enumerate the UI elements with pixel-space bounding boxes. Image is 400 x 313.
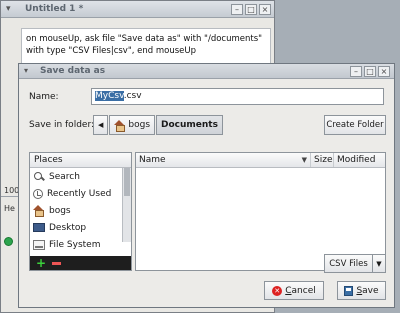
places-item-label: Recently Used — [47, 188, 112, 199]
background-fragment-b: He — [4, 204, 15, 213]
cancel-label: Cancel — [285, 286, 316, 296]
file-list-header: Name ▼ Size Modified — [136, 153, 385, 168]
places-header[interactable]: Places — [30, 153, 131, 168]
window-menu-icon[interactable]: ▾ — [6, 4, 18, 15]
maximize-icon[interactable]: □ — [364, 66, 376, 77]
path-bar: ◀ bogs Documents — [93, 115, 223, 135]
places-item-file-system[interactable]: File System — [30, 236, 131, 253]
filename-input[interactable]: MyCsv.csv — [91, 88, 384, 105]
places-item-recently-used[interactable]: Recently Used — [30, 185, 131, 202]
maximize-icon[interactable]: □ — [245, 4, 257, 15]
desktop-icon — [33, 223, 45, 232]
file-type-filter-label: CSV Files — [329, 258, 368, 269]
places-item-desktop[interactable]: Desktop — [30, 219, 131, 236]
minimize-icon[interactable]: – — [231, 4, 243, 15]
status-dot-icon — [4, 237, 13, 246]
places-item-search[interactable]: Search — [30, 168, 131, 185]
save-label-rest: ave — [362, 285, 379, 296]
cancel-label-rest: ancel — [291, 285, 316, 296]
minimize-icon[interactable]: – — [350, 66, 362, 77]
sort-down-icon: ▼ — [301, 156, 307, 164]
places-item-label: bogs — [49, 205, 71, 216]
filename-extension-text: .csv — [123, 91, 142, 101]
path-item-label: bogs — [128, 120, 151, 130]
drive-icon — [33, 239, 45, 250]
background-window-titlebar[interactable]: ▾ Untitled 1 * – □ × — [1, 1, 274, 18]
column-size-label: Size — [314, 155, 333, 165]
places-panel: Places Search Recently Used bogs Desktop… — [29, 152, 132, 271]
close-icon[interactable]: × — [378, 66, 390, 77]
create-folder-button[interactable]: Create Folder — [324, 115, 386, 135]
add-bookmark-icon[interactable]: + — [36, 257, 46, 269]
filename-selected-text: MyCsv — [95, 91, 124, 101]
places-scrollbar[interactable] — [122, 168, 131, 242]
arrow-left-icon: ◀ — [98, 121, 104, 129]
column-modified[interactable]: Modified — [334, 153, 385, 167]
path-back-button[interactable]: ◀ — [93, 115, 109, 135]
places-item-label: File System — [49, 239, 101, 250]
column-size[interactable]: Size — [311, 153, 334, 167]
chevron-down-icon: ▼ — [372, 255, 385, 272]
path-item-bogs[interactable]: bogs — [109, 115, 156, 135]
window-menu-icon[interactable]: ▾ — [24, 66, 28, 75]
column-name-label: Name — [139, 155, 166, 165]
home-icon — [33, 205, 45, 217]
cancel-button[interactable]: ✕ Cancel — [264, 281, 324, 300]
background-fragment-a: 100 — [4, 186, 20, 195]
divider — [1, 196, 19, 197]
path-item-label: Documents — [161, 120, 218, 130]
home-icon — [114, 120, 126, 132]
column-name[interactable]: Name ▼ — [136, 153, 311, 167]
save-label: Save — [356, 286, 378, 296]
cancel-icon: ✕ — [272, 285, 283, 296]
file-type-filter[interactable]: CSV Files ▼ — [324, 254, 386, 273]
places-toolbar: + — [30, 256, 131, 270]
places-item-label: Search — [49, 171, 80, 182]
save-button[interactable]: Save — [337, 281, 386, 300]
script-editor[interactable]: on mouseUp, ask file "Save data as" with… — [21, 28, 271, 68]
places-item-label: Desktop — [49, 222, 87, 233]
background-window-title: Untitled 1 * — [25, 4, 84, 14]
save-dialog: ▾ Save data as – □ × Name: MyCsv.csv Sav… — [18, 63, 395, 308]
name-label: Name: — [29, 92, 59, 102]
save-in-folder-label: Save in folder: — [29, 120, 95, 130]
search-icon — [33, 171, 45, 182]
dialog-titlebar[interactable]: ▾ Save data as – □ × — [19, 64, 394, 79]
scrollbar-thumb[interactable] — [124, 168, 130, 196]
dialog-title: Save data as — [40, 66, 106, 76]
save-icon — [344, 285, 354, 296]
path-item-documents[interactable]: Documents — [156, 115, 223, 135]
remove-bookmark-icon[interactable] — [52, 261, 62, 265]
places-item-bogs[interactable]: bogs — [30, 202, 131, 219]
close-icon[interactable]: × — [259, 4, 271, 15]
column-modified-label: Modified — [337, 155, 376, 165]
clock-icon — [33, 188, 43, 199]
